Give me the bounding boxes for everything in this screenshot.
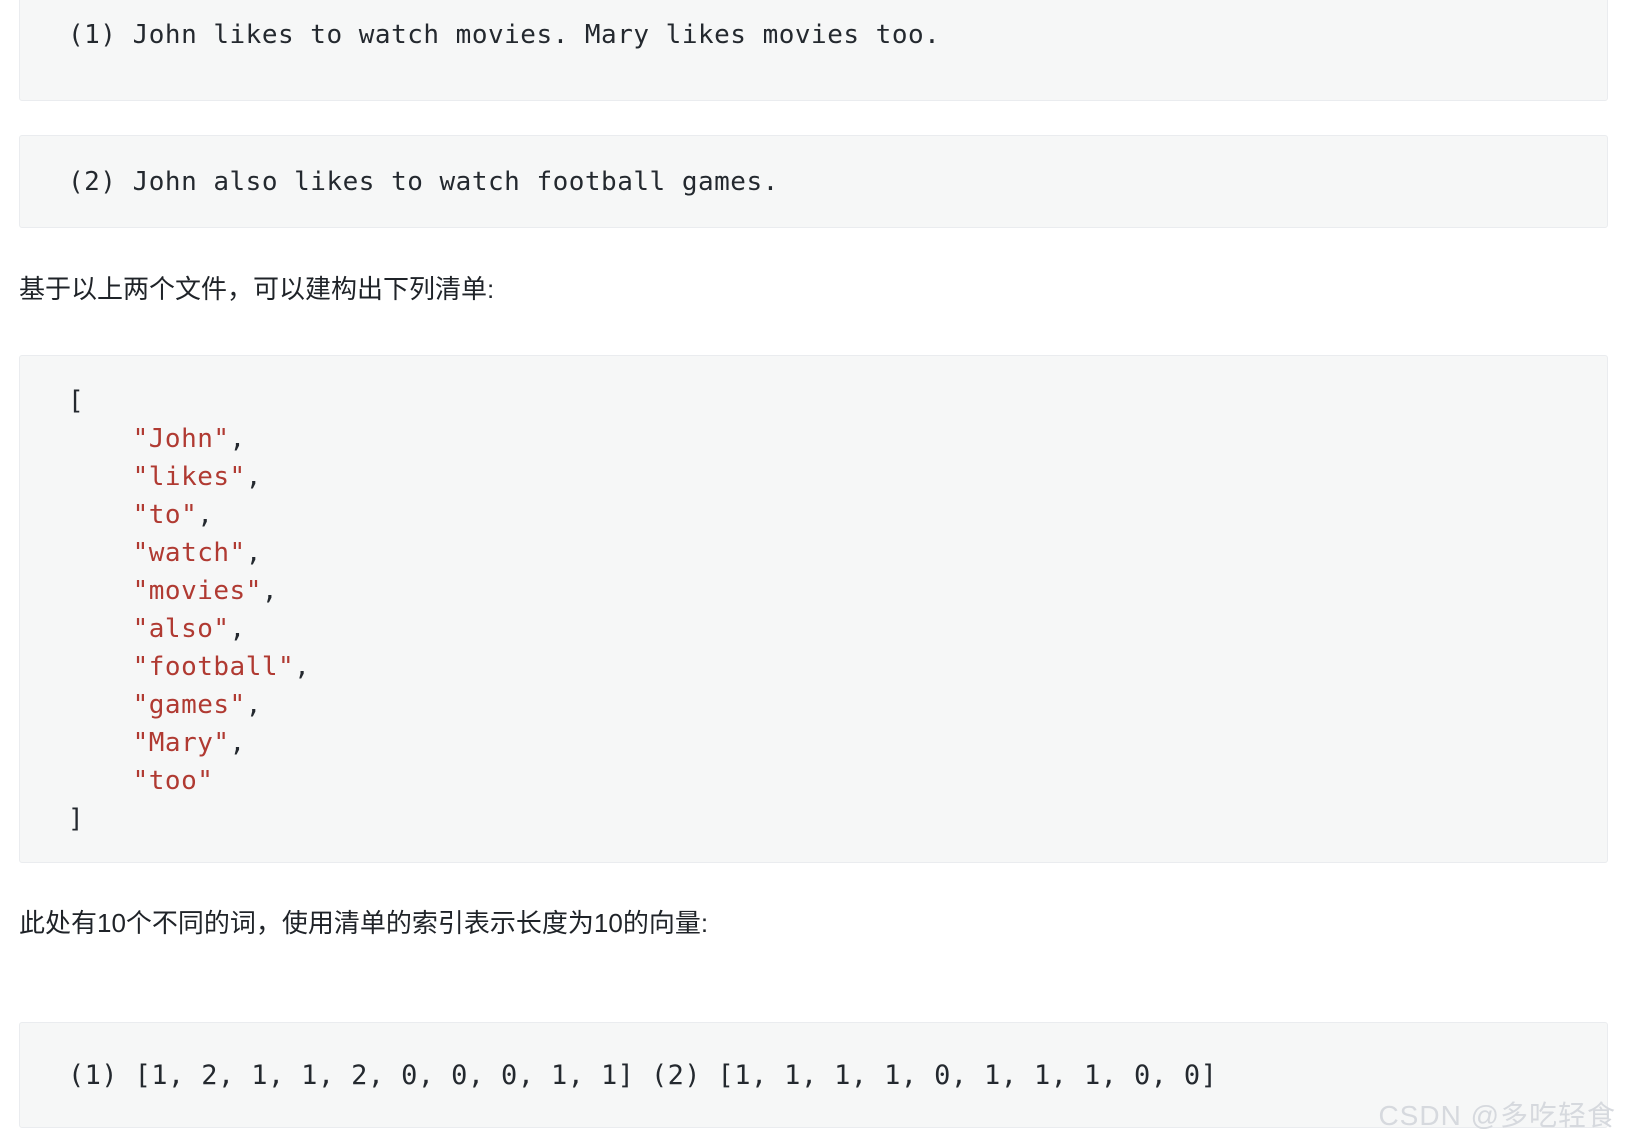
comma-token: , — [245, 538, 262, 568]
code-block-vocabulary-list: [ "John", "likes", "to", "watch", "movie… — [19, 355, 1608, 863]
intro-paragraph: 基于以上两个文件，可以建构出下列清单: — [19, 274, 495, 304]
vocabulary-item: "to", — [36, 496, 1591, 534]
open-bracket-token: [ — [68, 386, 85, 416]
comma-token: , — [245, 462, 262, 492]
vocabulary-word: "John" — [132, 424, 230, 454]
vocabulary-item: "too" — [36, 762, 1591, 800]
comma-token: , — [197, 500, 214, 530]
vocabulary-word: "too" — [132, 766, 214, 796]
vocabulary-item: "football", — [36, 648, 1591, 686]
vocabulary-word: "watch" — [132, 538, 246, 568]
vocabulary-item: "movies", — [36, 572, 1591, 610]
vocabulary-word: "also" — [132, 614, 230, 644]
vocabulary-item: "likes", — [36, 458, 1591, 496]
close-bracket-token: ] — [68, 804, 85, 834]
vectors-text: (1) [1, 2, 1, 1, 2, 0, 0, 0, 1, 1] (2) [… — [68, 1060, 1218, 1091]
code-block-document-2: (2) John also likes to watch football ga… — [19, 135, 1608, 228]
document-1-text: (1) John likes to watch movies. Mary lik… — [68, 20, 941, 50]
vocabulary-word: "movies" — [132, 576, 262, 606]
list-open-bracket: [ — [36, 382, 1591, 420]
vocabulary-word: "likes" — [132, 462, 246, 492]
vocabulary-item: "John", — [36, 420, 1591, 458]
vocabulary-item: "watch", — [36, 534, 1591, 572]
document-page: (1) John likes to watch movies. Mary lik… — [0, 0, 1636, 1146]
code-block-document-1: (1) John likes to watch movies. Mary lik… — [19, 0, 1608, 101]
vocabulary-word: "football" — [132, 652, 295, 682]
vocabulary-item: "games", — [36, 686, 1591, 724]
vocabulary-word: "to" — [132, 500, 198, 530]
vocabulary-item: "also", — [36, 610, 1591, 648]
comma-token: , — [294, 652, 311, 682]
comma-token: , — [261, 576, 279, 606]
code-block-vectors: (1) [1, 2, 1, 1, 2, 0, 0, 0, 1, 1] (2) [… — [19, 1022, 1608, 1128]
comma-token: , — [229, 424, 246, 454]
comma-token: , — [229, 728, 246, 758]
comma-token: , — [229, 614, 246, 644]
vocabulary-item: "Mary", — [36, 724, 1591, 762]
vocabulary-word: "games" — [132, 690, 246, 720]
list-close-bracket: ] — [36, 800, 1591, 838]
vocabulary-lines: "John", "likes", "to", "watch", "movies"… — [36, 420, 1591, 800]
vocabulary-word: "Mary" — [132, 728, 230, 758]
vector-note-paragraph: 此处有10个不同的词，使用清单的索引表示长度为10的向量: — [19, 908, 709, 938]
csdn-watermark: CSDN @多吃轻食 — [1378, 1100, 1616, 1131]
comma-token: , — [245, 690, 262, 720]
document-2-text: (2) John also likes to watch football ga… — [68, 167, 779, 197]
